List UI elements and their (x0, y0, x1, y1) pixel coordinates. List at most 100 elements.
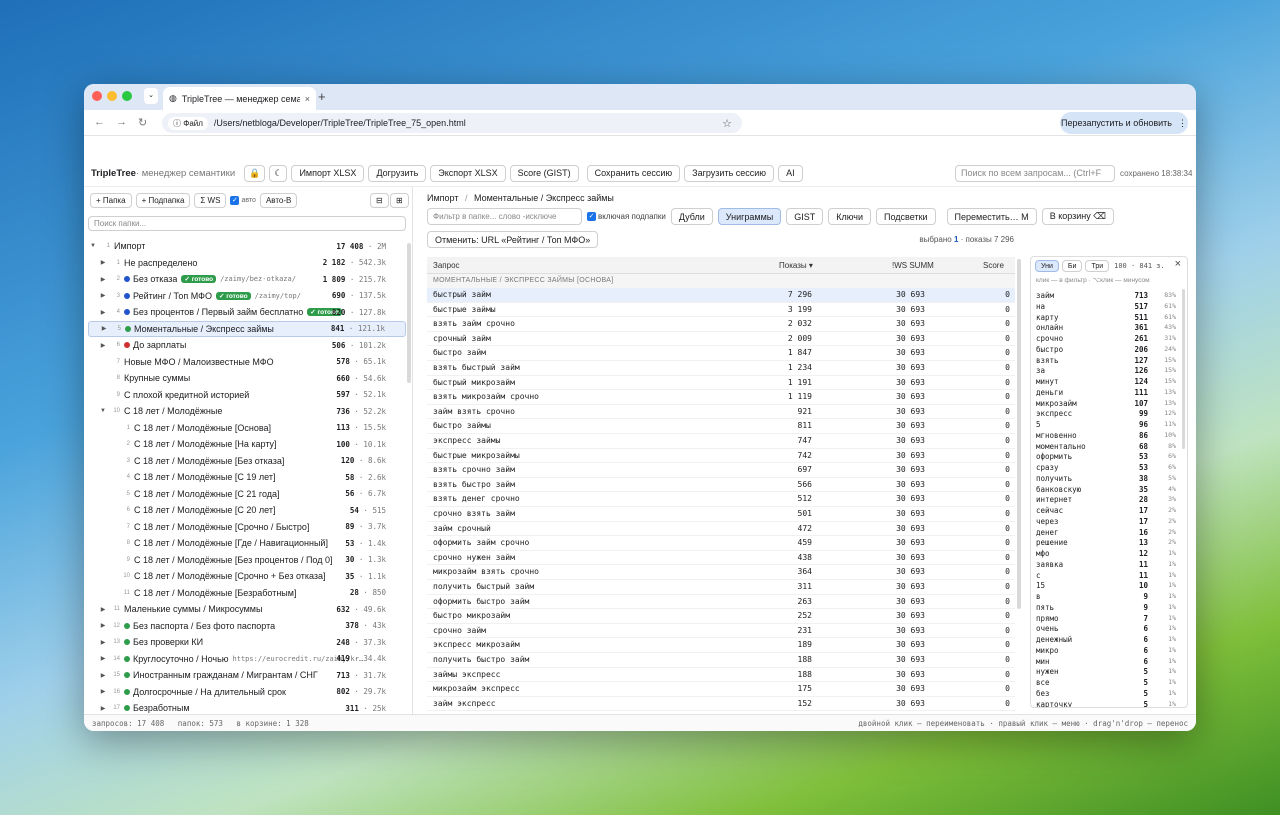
table-row[interactable]: быстро займ 1 847 30 693 0 (427, 346, 1015, 361)
unigram-row[interactable]: карточку 5 1% (1036, 700, 1176, 708)
undo-button[interactable]: Отменить: URL «Рейтинг / Топ МФО» (427, 231, 599, 248)
maximize-window-button[interactable] (122, 91, 132, 101)
col-ws-header[interactable]: !WS SUMM (892, 261, 934, 270)
tree-row[interactable]: ▶ 4 Без процентов / Первый займ бесплатно ✓… (88, 304, 406, 320)
trash-button[interactable]: В корзину ⌫ (1041, 208, 1114, 225)
tree-row[interactable]: 3 С 18 лет / Молодёжные [Без отказа] 120 ·… (88, 453, 406, 469)
export-xlsx-button[interactable]: Экспорт XLSX (430, 164, 506, 182)
unigram-row[interactable]: банковскую 35 4% (1036, 485, 1176, 496)
table-row[interactable]: займ срочный 472 30 693 0 (427, 522, 1015, 537)
expand-arrow-icon[interactable]: ▶ (98, 622, 108, 629)
unigram-row[interactable]: экспресс 99 12% (1036, 409, 1176, 420)
expand-arrow-icon[interactable]: ▶ (98, 309, 108, 316)
unigram-row[interactable]: сразу 53 6% (1036, 463, 1176, 474)
auto-toggle[interactable]: ✓ авто (230, 196, 256, 205)
expand-arrow-icon[interactable]: ▶ (98, 292, 108, 299)
unigram-row[interactable]: срочно 261 31% (1036, 334, 1176, 345)
col-score-header[interactable]: Score (983, 261, 1004, 270)
address-bar[interactable]: ⓘ Файл /Users/netbloga/Developer/TripleT… (162, 113, 742, 133)
expand-arrow-icon[interactable]: ▶ (98, 655, 108, 662)
unigram-row[interactable]: 5 96 11% (1036, 420, 1176, 431)
tree-row[interactable]: ▶ 15 Иностранным гражданам / Мигрантам / С… (88, 667, 406, 683)
collapse-arrow-icon[interactable]: ▼ (88, 243, 98, 249)
unigrams-scrollbar[interactable] (1182, 289, 1185, 449)
collapse-all-button[interactable]: ⊟ (370, 193, 389, 208)
back-arrow-icon[interactable]: ← (94, 116, 105, 128)
unigram-row[interactable]: через 17 2% (1036, 517, 1176, 528)
table-row[interactable]: микрозайм взять срочно 364 30 693 0 (427, 565, 1015, 580)
tree-row[interactable]: ▼ 10 С 18 лет / Молодёжные 736 · 52.2k (88, 403, 406, 419)
tree-row[interactable]: ▶ 1 Не распределено 2 182 · 542.3k (88, 255, 406, 271)
table-row[interactable]: взять микрозайм срочно 1 119 30 693 0 (427, 390, 1015, 405)
unigram-row[interactable]: оформить 53 6% (1036, 452, 1176, 463)
unigram-row[interactable]: все 5 1% (1036, 678, 1176, 689)
tree-row[interactable]: 4 С 18 лет / Молодёжные [С 19 лет] 58 · 2.… (88, 469, 406, 485)
table-row[interactable]: взять денег срочно 512 30 693 0 (427, 492, 1015, 507)
add-subfolder-button[interactable]: + Подпапка (135, 193, 191, 208)
unigram-row[interactable]: мин 6 1% (1036, 657, 1176, 668)
table-row[interactable]: оформить займ срочно 459 30 693 0 (427, 536, 1015, 551)
forward-arrow-icon[interactable]: → (116, 116, 127, 128)
tree-row[interactable]: ▶ 13 Без проверки КИ 248 · 37.3k (88, 634, 406, 650)
keys-button[interactable]: Ключи (828, 208, 872, 225)
table-row[interactable]: микрозайм экспресс 175 30 693 0 (427, 682, 1015, 697)
unigram-row[interactable]: на 517 61% (1036, 302, 1176, 313)
expand-arrow-icon[interactable]: ▶ (98, 342, 108, 349)
unigram-row[interactable]: быстро 206 24% (1036, 345, 1176, 356)
table-row[interactable]: займ взять срочно 921 30 693 0 (427, 405, 1015, 420)
unigram-row[interactable]: сейчас 17 2% (1036, 506, 1176, 517)
tree-row[interactable]: 8 Крупные суммы 660 · 54.6k (88, 370, 406, 386)
import-xlsx-button[interactable]: Импорт XLSX (291, 164, 365, 182)
unigram-row[interactable]: с 11 1% (1036, 571, 1176, 582)
table-row[interactable]: срочный займ 2 009 30 693 0 (427, 332, 1015, 347)
tree-row[interactable]: 1 С 18 лет / Молодёжные [Основа] 113 · 15.… (88, 420, 406, 436)
tree-row[interactable]: ▶ 2 Без отказа ✓ готово/zaimy/bez-otkaza/1 … (88, 271, 406, 287)
expand-arrow-icon[interactable]: ▶ (98, 259, 108, 266)
expand-arrow-icon[interactable]: ▶ (98, 672, 108, 679)
table-row[interactable]: получить быстро займ 188 30 693 0 (427, 653, 1015, 668)
browser-tab[interactable]: ◍ TripleTree — менеджер семантики × (163, 87, 316, 110)
gist-button[interactable]: GIST (786, 208, 824, 225)
tree-row[interactable]: 5 С 18 лет / Молодёжные [С 21 года] 56 · 6… (88, 486, 406, 502)
unigram-row[interactable]: деньги 111 13% (1036, 388, 1176, 399)
unigram-row[interactable]: минут 124 15% (1036, 377, 1176, 388)
tree-row[interactable]: ▶ 16 Долгосрочные / На длительный срок 802 … (88, 684, 406, 700)
tree-row[interactable]: 9 С плохой кредитной историей 597 · 52.1k (88, 387, 406, 403)
unigram-row[interactable]: моментально 68 8% (1036, 442, 1176, 453)
unigram-row[interactable]: займ 713 83% (1036, 291, 1176, 302)
table-row[interactable]: срочно нужен займ 438 30 693 0 (427, 551, 1015, 566)
add-folder-button[interactable]: + Папка (90, 193, 132, 208)
auto-checkbox[interactable]: ✓ (230, 196, 240, 205)
table-row[interactable]: взять срочно займ 697 30 693 0 (427, 463, 1015, 478)
bookmark-star-icon[interactable]: ☆ (722, 117, 732, 130)
unigram-row[interactable]: интернет 28 3% (1036, 495, 1176, 506)
unigram-row[interactable]: без 5 1% (1036, 689, 1176, 700)
unigram-row[interactable]: за 126 15% (1036, 366, 1176, 377)
lock-button[interactable]: 🔒 (244, 164, 266, 182)
unigram-row[interactable]: пять 9 1% (1036, 603, 1176, 614)
unigrams-button[interactable]: Униграммы (717, 208, 782, 225)
tree-row[interactable]: 7 С 18 лет / Молодёжные [Срочно / Быстро]… (88, 519, 406, 535)
reload-icon[interactable]: ↻ (138, 116, 147, 129)
table-row[interactable]: быстрые займы 3 199 30 693 0 (427, 303, 1015, 318)
tree-row[interactable]: 6 С 18 лет / Молодёжные [С 20 лет] 54 · 51… (88, 502, 406, 518)
table-row[interactable]: быстрый микрозайм 1 191 30 693 0 (427, 376, 1015, 391)
tree-row[interactable]: ▼ 1 Импорт 17 408 · 2M (88, 238, 406, 254)
tree-row[interactable]: 8 С 18 лет / Молодёжные [Где / Навигацион… (88, 535, 406, 551)
folder-filter-input[interactable]: Фильтр в папке... слово -исключе (427, 208, 582, 225)
col-query-header[interactable]: Запрос (433, 261, 460, 270)
tree-row[interactable]: 7 Новые МФО / Малоизвестные МФО 578 · 65.1… (88, 354, 406, 370)
table-row[interactable]: получить быстрый займ 311 30 693 0 (427, 580, 1015, 595)
table-row[interactable]: экспресс займы 747 30 693 0 (427, 434, 1015, 449)
table-row[interactable]: быстро займы 811 30 693 0 (427, 419, 1015, 434)
tree-row[interactable]: ▶ 5 Моментальные / Экспресс займы 841 · 121… (88, 320, 406, 337)
breadcrumb-root[interactable]: Импорт (427, 193, 458, 203)
highlights-button[interactable]: Подсветки (876, 208, 936, 225)
theme-toggle-button[interactable]: ☾ (269, 164, 288, 182)
unigram-row[interactable]: мгновенно 86 10% (1036, 431, 1176, 442)
tree-row[interactable]: 9 С 18 лет / Молодёжные [Без процентов / … (88, 552, 406, 568)
expand-arrow-icon[interactable]: ▶ (98, 639, 108, 646)
expand-arrow-icon[interactable]: ▶ (98, 276, 108, 283)
tree-row[interactable]: ▶ 11 Маленькие суммы / Микросуммы 632 · 49.… (88, 601, 406, 617)
table-scrollbar[interactable] (1017, 259, 1021, 609)
